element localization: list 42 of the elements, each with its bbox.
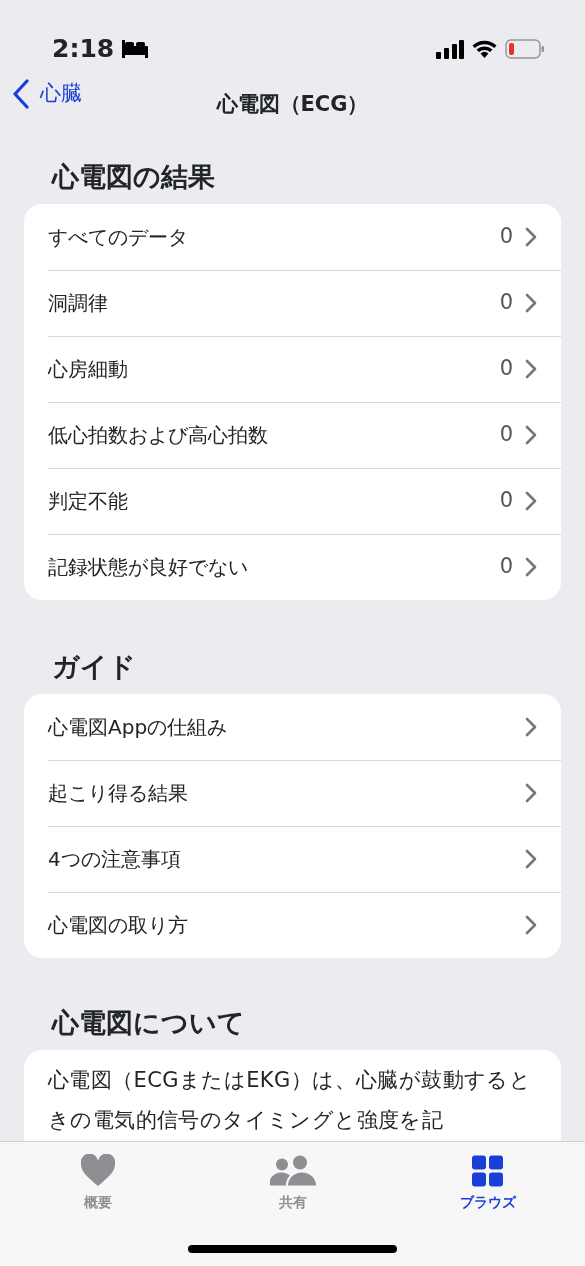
signal-icon	[436, 39, 464, 59]
list-row[interactable]: すべてのデータ 0	[24, 204, 561, 270]
list-row[interactable]: 起こり得る結果	[24, 760, 561, 826]
list-row[interactable]: 心電図の取り方	[24, 892, 561, 958]
wifi-icon	[472, 39, 497, 59]
count-text: 0	[499, 421, 513, 449]
chevron-icon	[525, 849, 537, 869]
back-chevron-icon	[12, 78, 30, 109]
section-heading: 心電図の結果	[52, 160, 216, 194]
section-heading: ガイド	[52, 650, 137, 684]
section-heading: 心電図について	[52, 1006, 246, 1040]
list-row[interactable]: 判定不能 0	[24, 468, 561, 534]
grid-icon	[471, 1154, 504, 1188]
count-text: 0	[499, 487, 513, 515]
chevron-icon	[525, 557, 537, 577]
chevron-icon	[525, 293, 537, 313]
list-row[interactable]: 4つの注意事項	[24, 826, 561, 892]
list-row[interactable]: 心電図Appの仕組み	[24, 694, 561, 760]
list-row[interactable]: 記録状態が良好でない 0	[24, 534, 561, 600]
bed-icon	[122, 40, 149, 58]
list-row[interactable]: 洞調律 0	[24, 270, 561, 336]
battery-icon	[505, 39, 545, 59]
chevron-icon	[525, 425, 537, 445]
paragraph-text: 心電図（ECGまたはEKG）は、心臓が鼓動するときの電気的信号のタイミングと強度を記	[48, 1067, 533, 1134]
count-text: 0	[499, 223, 513, 251]
people-icon	[269, 1154, 316, 1188]
heart-icon	[80, 1154, 115, 1188]
count-text: 0	[499, 289, 513, 317]
chevron-icon	[525, 717, 537, 737]
chevron-icon	[525, 359, 537, 379]
tab-item[interactable]: ブラウズ	[390, 1142, 585, 1266]
nav-title: 心電図（ECG）	[216, 92, 369, 116]
count-text: 0	[499, 553, 513, 581]
status-time: 2:18	[52, 33, 115, 66]
list-row[interactable]: 心房細動 0	[24, 336, 561, 402]
list-row[interactable]: 低心拍数および高心拍数 0	[24, 402, 561, 468]
back-button[interactable]: 心臓	[0, 78, 82, 110]
chevron-icon	[525, 227, 537, 247]
chevron-icon	[525, 915, 537, 935]
chevron-icon	[525, 783, 537, 803]
count-text: 0	[499, 355, 513, 383]
chevron-icon	[525, 491, 537, 511]
